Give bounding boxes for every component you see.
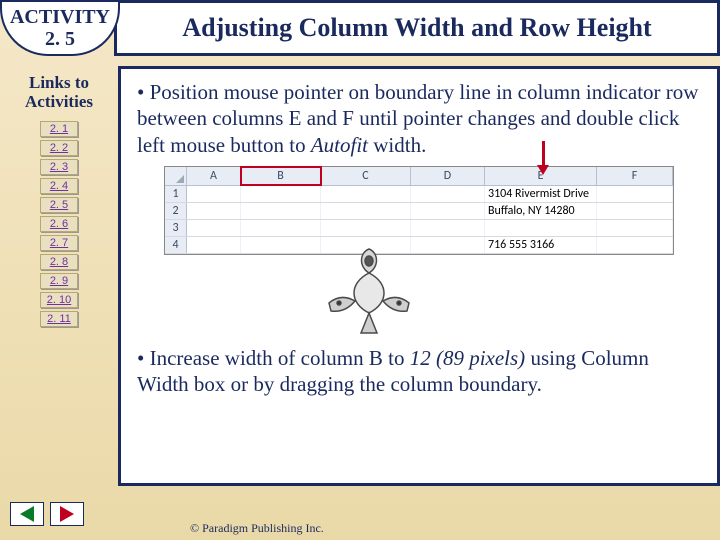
activity-link-2-3[interactable]: 2. 3 (40, 159, 78, 175)
nav-arrows (10, 502, 84, 526)
row-header-4: 4 (165, 237, 187, 253)
sidebar-heading: Links to Activities (0, 74, 118, 111)
copyright-text: © Paradigm Publishing Inc. (190, 521, 324, 536)
activity-link-2-2[interactable]: 2. 2 (40, 140, 78, 156)
excel-screenshot: A B C D E F 1 3104 Rivermist Drive 2 Buf… (164, 166, 674, 255)
bullet-1: • Position mouse pointer on boundary lin… (137, 79, 701, 158)
column-header-row: A B C D E F (165, 167, 673, 186)
excel-rows: 1 3104 Rivermist Drive 2 Buffalo, NY 142… (165, 186, 673, 254)
content-panel: • Position mouse pointer on boundary lin… (118, 66, 720, 486)
triangle-left-icon (20, 506, 34, 522)
table-row: 4 716 555 3166 (165, 237, 673, 254)
cell-e4: 716 555 3166 (485, 237, 597, 253)
cell-e3 (485, 220, 597, 236)
table-row: 3 (165, 220, 673, 237)
col-header-f: F (597, 167, 673, 185)
row-header-2: 2 (165, 203, 187, 219)
triangle-right-icon (60, 506, 74, 522)
activity-link-2-1[interactable]: 2. 1 (40, 121, 78, 137)
col-header-d: D (411, 167, 485, 185)
row-header-1: 1 (165, 186, 187, 202)
sidebar: Links to Activities 2. 1 2. 2 2. 3 2. 4 … (0, 66, 118, 486)
table-row: 2 Buffalo, NY 14280 (165, 203, 673, 220)
activity-link-2-5[interactable]: 2. 5 (40, 197, 78, 213)
select-all-corner (165, 167, 187, 185)
activity-link-2-4[interactable]: 2. 4 (40, 178, 78, 194)
activity-link-2-10[interactable]: 2. 10 (40, 292, 78, 308)
bullet-2: • Increase width of column B to 12 (89 p… (137, 345, 701, 398)
table-row: 1 3104 Rivermist Drive (165, 186, 673, 203)
next-button[interactable] (50, 502, 84, 526)
activity-link-2-11[interactable]: 2. 11 (40, 311, 78, 327)
col-header-a: A (187, 167, 241, 185)
prev-button[interactable] (10, 502, 44, 526)
page-title: Adjusting Column Width and Row Height (182, 13, 651, 43)
activity-link-2-9[interactable]: 2. 9 (40, 273, 78, 289)
activity-link-2-8[interactable]: 2. 8 (40, 254, 78, 270)
row-header-3: 3 (165, 220, 187, 236)
activity-number: 2. 5 (2, 28, 118, 50)
activity-link-2-7[interactable]: 2. 7 (40, 235, 78, 251)
activity-tab: ACTIVITY 2. 5 (0, 0, 120, 56)
activity-label: ACTIVITY (2, 6, 118, 28)
cell-e2: Buffalo, NY 14280 (485, 203, 597, 219)
title-bar: Adjusting Column Width and Row Height (114, 0, 720, 56)
col-header-b: B (241, 167, 321, 185)
fish-cursor-illustration (309, 243, 429, 343)
cell-e1: 3104 Rivermist Drive (485, 186, 597, 202)
col-header-c: C (321, 167, 411, 185)
activity-link-2-6[interactable]: 2. 6 (40, 216, 78, 232)
